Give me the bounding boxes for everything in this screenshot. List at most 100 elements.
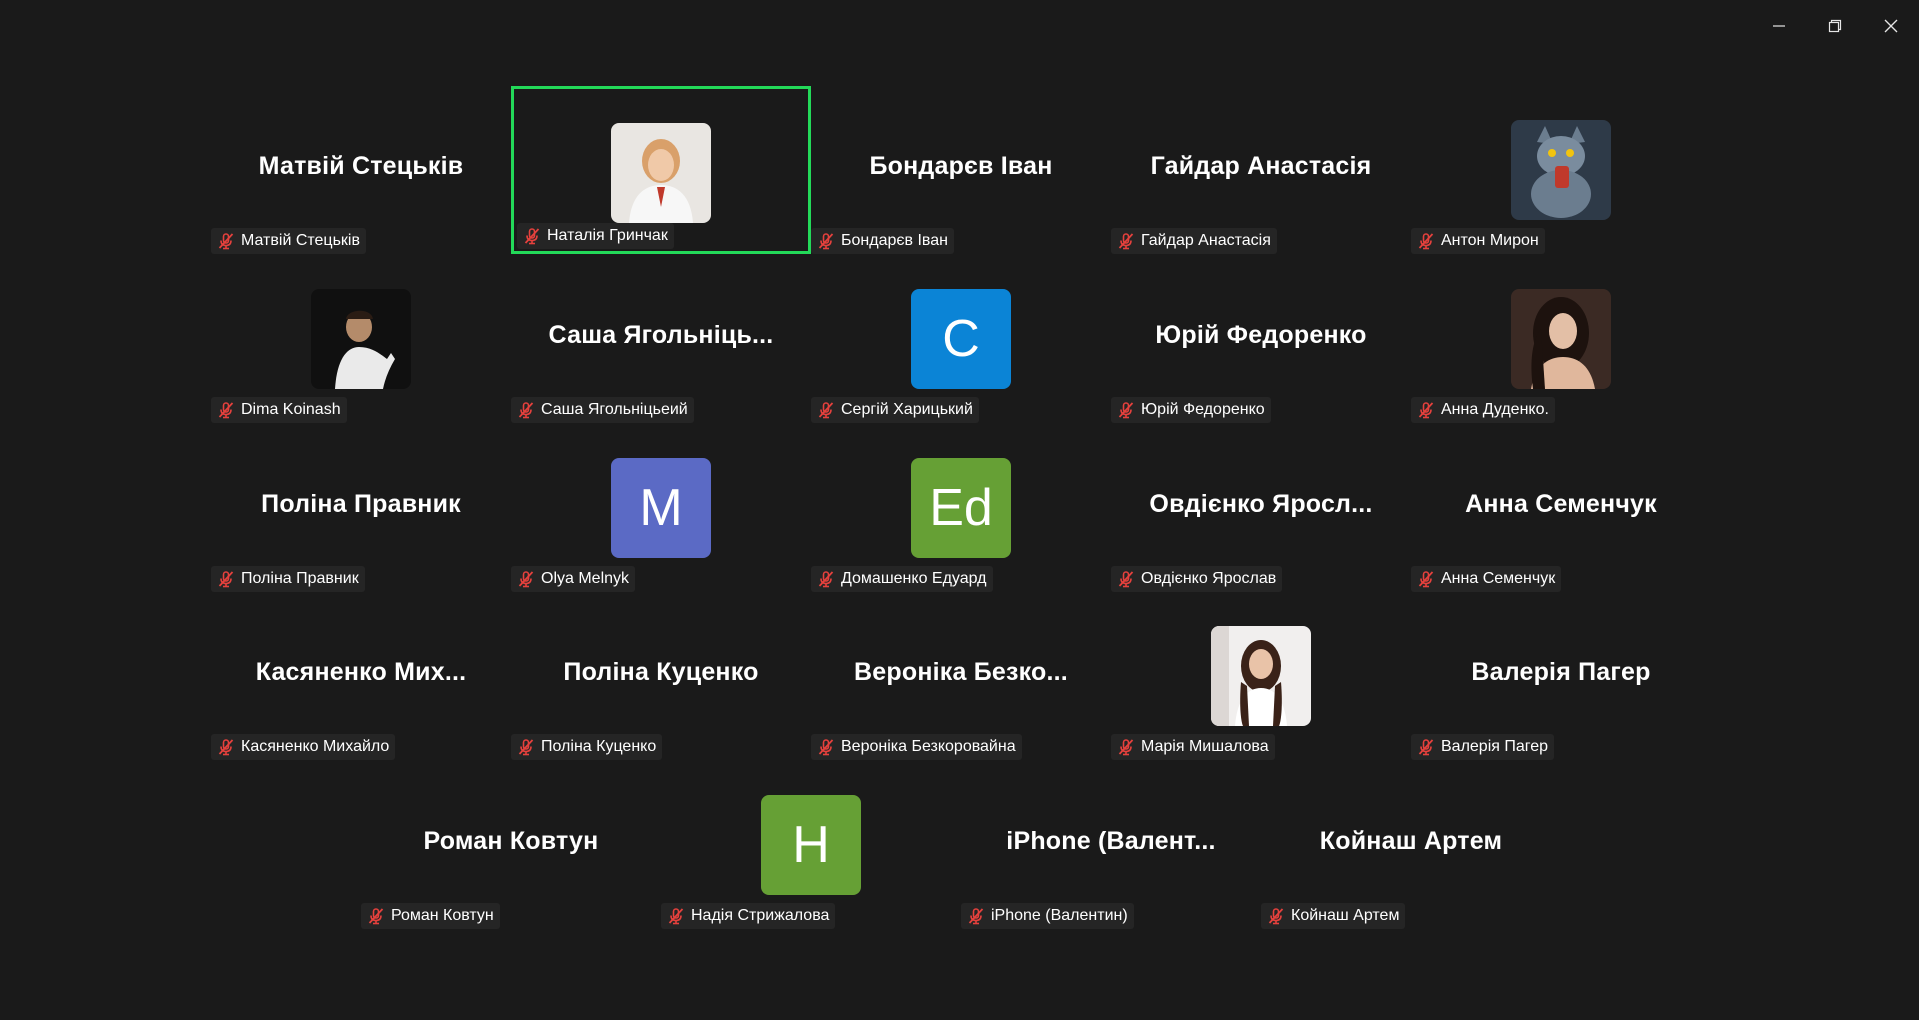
zoom-gallery-window: Матвій Стецьків Матвій Стецьків Наталія … [0, 0, 1919, 1020]
muted-mic-icon [818, 571, 834, 588]
participant-tile[interactable]: Антон Мирон [1411, 86, 1711, 254]
participant-name-label: Сергій Харицький [811, 397, 979, 423]
participant-tile[interactable]: Dima Koinash [211, 255, 511, 423]
participant-tile[interactable]: Матвій Стецьків Матвій Стецьків [211, 86, 511, 254]
avatar [1211, 626, 1311, 726]
muted-mic-icon [668, 908, 684, 925]
participant-tile[interactable]: C Сергій Харицький [811, 255, 1111, 423]
participant-tile[interactable]: Юрій Федоренко Юрій Федоренко [1111, 255, 1411, 423]
avatar [1511, 289, 1611, 389]
muted-mic-icon [218, 739, 234, 756]
participant-name: Анна Семенчук [1441, 570, 1556, 587]
avatar: Ed [911, 458, 1011, 558]
avatar [611, 123, 711, 223]
participant-display-name: Саша Ягольніць... [548, 321, 774, 349]
participant-tile[interactable]: Роман Ковтун Роман Ковтун [361, 761, 661, 929]
participant-name: Матвій Стецьків [241, 232, 360, 249]
participant-name-label: Анна Семенчук [1411, 566, 1562, 592]
participant-tile[interactable]: Анна Дуденко. [1411, 255, 1711, 423]
participant-name: Марія Мишалова [1141, 738, 1269, 755]
participant-name-label: iPhone (Валентин) [961, 903, 1134, 929]
participant-display-name: Роман Ковтун [423, 827, 599, 855]
participant-name: Саша Ягольніцьеий [541, 401, 688, 418]
participant-name-label: Поліна Правник [211, 566, 365, 592]
participant-display-name: Бондарєв Іван [869, 152, 1053, 180]
participant-name-label: Антон Мирон [1411, 228, 1545, 254]
muted-mic-icon [518, 571, 534, 588]
participant-tile[interactable]: Гайдар Анастасія Гайдар Анастасія [1111, 86, 1411, 254]
muted-mic-icon [1418, 571, 1434, 588]
participant-tile[interactable]: Саша Ягольніць... Саша Ягольніцьеий [511, 255, 811, 423]
participant-tile[interactable]: iPhone (Валент... iPhone (Валентин) [961, 761, 1261, 929]
avatar [311, 289, 411, 389]
participant-display-name: iPhone (Валент... [1006, 827, 1216, 855]
participant-tile[interactable]: M Olya Melnyk [511, 424, 811, 592]
muted-mic-icon [818, 402, 834, 419]
participant-name: Поліна Куценко [541, 738, 657, 755]
participant-tile[interactable]: Анна Семенчук Анна Семенчук [1411, 424, 1711, 592]
participant-name-label: Касяненко Михайло [211, 734, 396, 760]
participant-name-label: Бондарєв Іван [811, 228, 954, 254]
muted-mic-icon [1418, 233, 1434, 250]
muted-mic-icon [818, 233, 834, 250]
participant-display-name: Поліна Правник [261, 490, 461, 518]
muted-mic-icon [524, 228, 540, 245]
participant-name: Поліна Правник [241, 570, 359, 587]
participant-name-label: Анна Дуденко. [1411, 397, 1555, 423]
muted-mic-icon [518, 739, 534, 756]
muted-mic-icon [218, 571, 234, 588]
participant-name: Домашенко Едуард [841, 570, 987, 587]
participant-display-name: Валерія Пагер [1471, 658, 1651, 686]
minimize-icon [1773, 25, 1785, 27]
muted-mic-icon [218, 402, 234, 419]
participant-name: Овдієнко Ярослав [1141, 570, 1277, 587]
participant-tile[interactable]: Койнаш Артем Койнаш Артем [1261, 761, 1561, 929]
participant-tile[interactable]: Вероніка Безко... Вероніка Безкоровайна [811, 592, 1111, 760]
participant-display-name: Поліна Куценко [563, 658, 759, 686]
muted-mic-icon [1418, 402, 1434, 419]
close-icon [1884, 19, 1898, 33]
participant-name-label: Овдієнко Ярослав [1111, 566, 1283, 592]
minimize-button[interactable] [1751, 0, 1807, 52]
muted-mic-icon [368, 908, 384, 925]
muted-mic-icon [218, 233, 234, 250]
participant-tile[interactable]: Марія Мишалова [1111, 592, 1411, 760]
participant-name: Юрій Федоренко [1141, 401, 1265, 418]
participant-name-label: Роман Ковтун [361, 903, 500, 929]
participant-name: Надія Стрижалова [691, 907, 830, 924]
participant-tile[interactable]: Наталія Гринчак [511, 86, 811, 254]
participant-display-name: Анна Семенчук [1465, 490, 1657, 518]
participant-display-name: Матвій Стецьків [258, 152, 464, 180]
muted-mic-icon [1118, 571, 1134, 588]
avatar: C [911, 289, 1011, 389]
participant-name-label: Поліна Куценко [511, 734, 663, 760]
participant-tile[interactable]: Касяненко Мих... Касяненко Михайло [211, 592, 511, 760]
muted-mic-icon [518, 402, 534, 419]
participant-display-name: Овдієнко Яросл... [1149, 490, 1373, 518]
participant-name-label: Саша Ягольніцьеий [511, 397, 694, 423]
participant-tile[interactable]: Овдієнко Яросл... Овдієнко Ярослав [1111, 424, 1411, 592]
restore-button[interactable] [1807, 0, 1863, 52]
restore-icon [1828, 19, 1842, 33]
participant-display-name: Касяненко Мих... [255, 658, 467, 686]
participant-tile[interactable]: Бондарєв Іван Бондарєв Іван [811, 86, 1111, 254]
close-button[interactable] [1863, 0, 1919, 52]
participant-tile[interactable]: Валерія Пагер Валерія Пагер [1411, 592, 1711, 760]
participant-display-name: Вероніка Безко... [854, 658, 1068, 686]
participant-name: Койнаш Артем [1291, 907, 1400, 924]
participant-name-label: Юрій Федоренко [1111, 397, 1271, 423]
participant-display-name: Гайдар Анастасія [1150, 152, 1372, 180]
participant-tile[interactable]: Ed Домашенко Едуард [811, 424, 1111, 592]
participant-name-label: Валерія Пагер [1411, 734, 1555, 760]
participant-name: Вероніка Безкоровайна [841, 738, 1016, 755]
participant-tile[interactable]: H Надія Стрижалова [661, 761, 961, 929]
participant-name: Dima Koinash [241, 401, 341, 418]
participant-name-label: Гайдар Анастасія [1111, 228, 1277, 254]
avatar: M [611, 458, 711, 558]
participant-tile[interactable]: Поліна Куценко Поліна Куценко [511, 592, 811, 760]
participant-tile[interactable]: Поліна Правник Поліна Правник [211, 424, 511, 592]
participant-name: Olya Melnyk [541, 570, 630, 587]
participant-name-label: Матвій Стецьків [211, 228, 366, 254]
muted-mic-icon [1118, 739, 1134, 756]
participant-name: Антон Мирон [1441, 232, 1539, 249]
